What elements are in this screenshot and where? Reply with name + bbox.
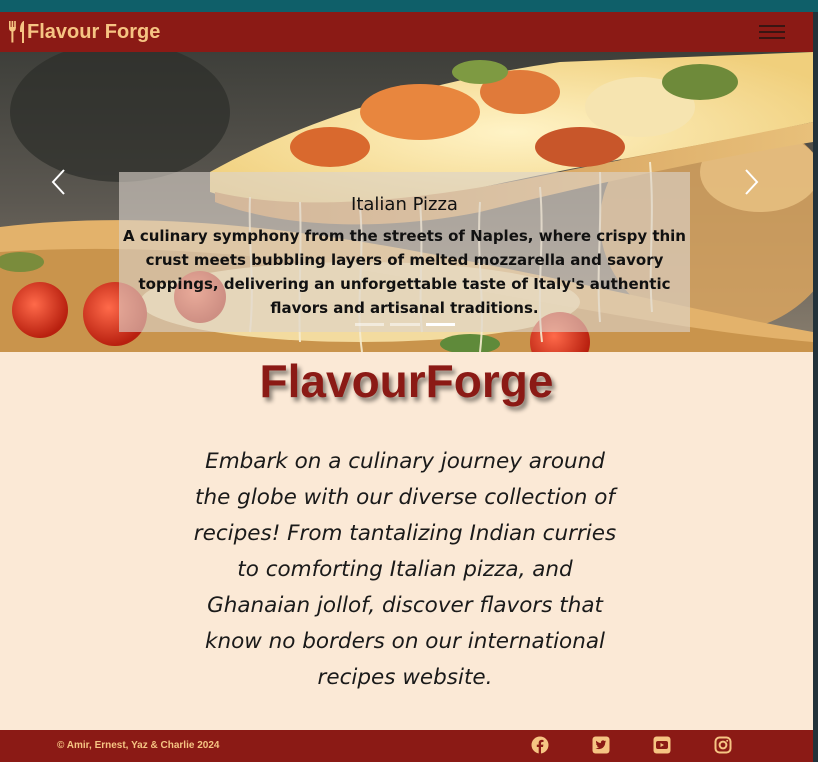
brand-link[interactable]: Flavour Forge [8, 20, 160, 44]
copyright-text: © Amir, Ernest, Yaz & Charlie 2024 [57, 740, 220, 751]
page-title: FlavourForge [259, 355, 554, 407]
browser-top-strip [0, 0, 818, 12]
hamburger-menu-icon [759, 25, 785, 27]
youtube-icon [653, 736, 671, 754]
instagram-link[interactable] [713, 735, 733, 755]
carousel-indicators [355, 323, 455, 327]
page: Flavour Forge Italian Pizza A culinary s… [0, 12, 813, 762]
navbar: Flavour Forge [0, 12, 813, 52]
instagram-icon [714, 736, 732, 754]
carousel-caption: Italian Pizza A culinary symphony from t… [119, 172, 690, 332]
carousel-next-button[interactable] [732, 162, 772, 202]
caption-text: A culinary symphony from the streets of … [122, 227, 686, 317]
chevron-left-icon [51, 169, 65, 195]
carousel-indicator-3[interactable] [425, 323, 455, 326]
facebook-icon [531, 736, 549, 754]
brand-name: Flavour Forge [27, 20, 161, 43]
caption-title: Italian Pizza [351, 194, 458, 215]
chevron-right-icon [745, 169, 759, 195]
youtube-link[interactable] [652, 735, 672, 755]
twitter-link[interactable] [591, 735, 611, 755]
footer: © Amir, Ernest, Yaz & Charlie 2024 [0, 730, 813, 762]
scrollbar-edge [813, 12, 818, 762]
carousel-indicator-1[interactable] [355, 323, 385, 326]
facebook-link[interactable] [530, 735, 550, 755]
navbar-toggle-button[interactable] [759, 21, 785, 43]
twitter-icon [592, 736, 610, 754]
carousel-indicator-2[interactable] [390, 323, 420, 326]
utensils-icon [9, 21, 24, 43]
hero-carousel: Italian Pizza A culinary symphony from t… [0, 52, 813, 352]
carousel-prev-button[interactable] [38, 162, 78, 202]
intro-text: Embark on a culinary journey around the … [193, 449, 617, 690]
